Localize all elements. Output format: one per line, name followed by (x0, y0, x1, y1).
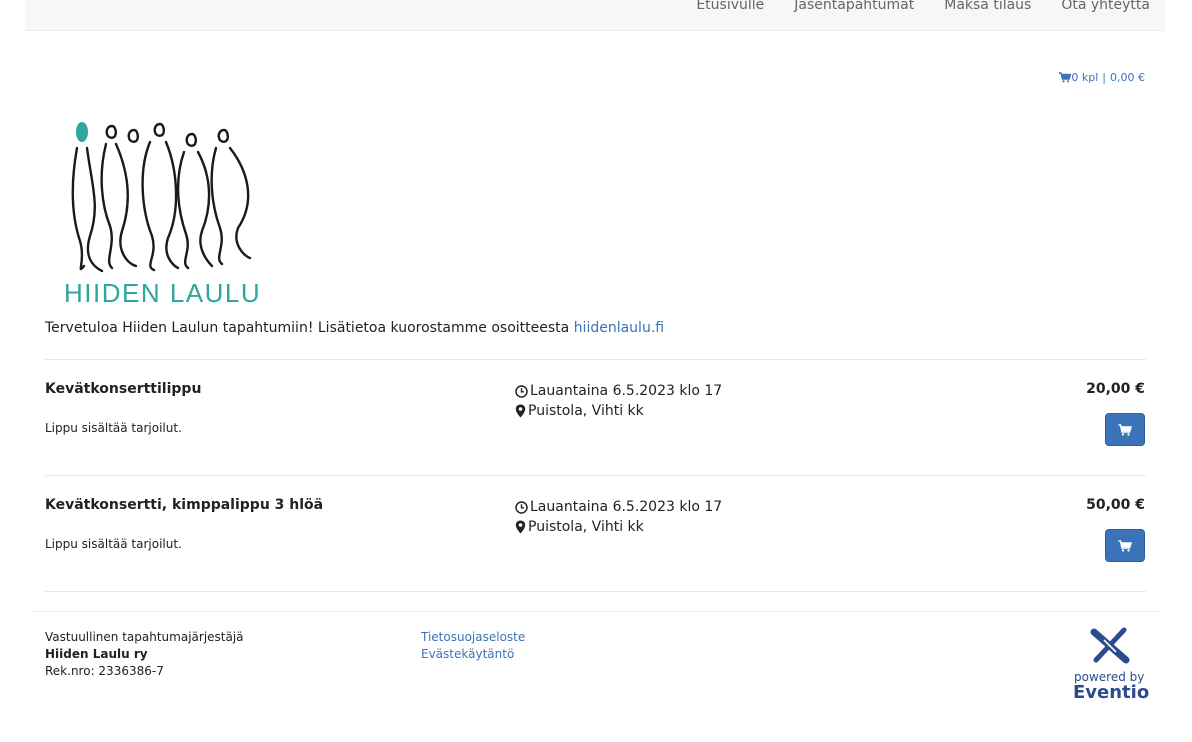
registration-number: Rek.nro: 2336386-7 (45, 664, 164, 678)
website-link[interactable]: hiidenlaulu.fi (574, 320, 664, 336)
event-price: 50,00 € (1086, 497, 1145, 513)
event-item: Kevätkonsertti, kimppalippu 3 hlöä Lippu… (45, 497, 1146, 597)
cart-count: 0 kpl (1071, 71, 1099, 84)
add-to-cart-button[interactable] (1105, 413, 1145, 446)
event-meta: Lauantaina 6.5.2023 klo 17 Puistola, Vih… (515, 497, 722, 537)
logo-text: HIIDEN LAULU (64, 278, 258, 306)
cart-icon (1059, 72, 1072, 83)
cart-total: 0,00 € (1110, 71, 1145, 84)
footer-links: Tietosuojaseloste Evästekäytäntö (421, 629, 525, 663)
event-title: Kevätkonserttilippu (45, 381, 202, 397)
divider (45, 359, 1146, 360)
cookie-policy-link[interactable]: Evästekäytäntö (421, 646, 525, 663)
welcome-text: Tervetuloa Hiiden Laulun tapahtumiin! Li… (45, 320, 664, 336)
divider (45, 475, 1146, 476)
event-datetime: Lauantaina 6.5.2023 klo 17 (530, 383, 723, 399)
add-to-cart-button[interactable] (1105, 529, 1145, 562)
cart-summary[interactable]: 0 kpl | 0,00 € (1059, 71, 1145, 84)
hiiden-laulu-logo: HIIDEN LAULU (64, 122, 258, 306)
nav-item-ota-yhteytta[interactable]: Ota yhteyttä (1061, 0, 1150, 13)
top-navbar: Etusivulle Jäsentapahtumat Maksa tilaus … (25, 0, 1165, 31)
cart-separator: | (1102, 71, 1106, 84)
privacy-policy-link[interactable]: Tietosuojaseloste (421, 629, 525, 646)
eventio-logo-icon (1090, 627, 1130, 664)
welcome-message: Tervetuloa Hiiden Laulun tapahtumiin! Li… (45, 320, 574, 336)
nav-item-jasentapahtumat[interactable]: Jäsentapahtumat (794, 0, 914, 13)
powered-by-eventio[interactable]: powered by Eventio (1070, 626, 1150, 706)
map-marker-icon (515, 520, 526, 534)
cart-icon (1118, 423, 1132, 436)
event-location: Puistola, Vihti kk (528, 403, 644, 419)
nav-menu: Etusivulle Jäsentapahtumat Maksa tilaus … (696, 0, 1150, 13)
event-price: 20,00 € (1086, 381, 1145, 397)
organizer-name: Hiiden Laulu ry (45, 647, 148, 661)
map-marker-icon (515, 404, 526, 418)
eventio-brand-text: Eventio (1073, 682, 1150, 703)
nav-item-etusivulle[interactable]: Etusivulle (696, 0, 764, 13)
event-meta: Lauantaina 6.5.2023 klo 17 Puistola, Vih… (515, 381, 722, 421)
event-description: Lippu sisältää tarjoilut. (45, 421, 182, 435)
responsible-label: Vastuullinen tapahtumajärjestäjä (45, 630, 244, 644)
event-title: Kevätkonsertti, kimppalippu 3 hlöä (45, 497, 324, 513)
event-datetime: Lauantaina 6.5.2023 klo 17 (530, 499, 723, 515)
clock-icon (515, 384, 528, 398)
divider (45, 591, 1146, 592)
event-description: Lippu sisältää tarjoilut. (45, 537, 182, 551)
footer-organizer: Vastuullinen tapahtumajärjestäjä Hiiden … (45, 629, 244, 680)
event-item: Kevätkonserttilippu Lippu sisältää tarjo… (45, 381, 1146, 481)
nav-item-maksa-tilaus[interactable]: Maksa tilaus (944, 0, 1031, 13)
cart-icon (1118, 539, 1132, 552)
footer-divider (32, 611, 1160, 612)
event-location: Puistola, Vihti kk (528, 519, 644, 535)
clock-icon (515, 500, 528, 514)
